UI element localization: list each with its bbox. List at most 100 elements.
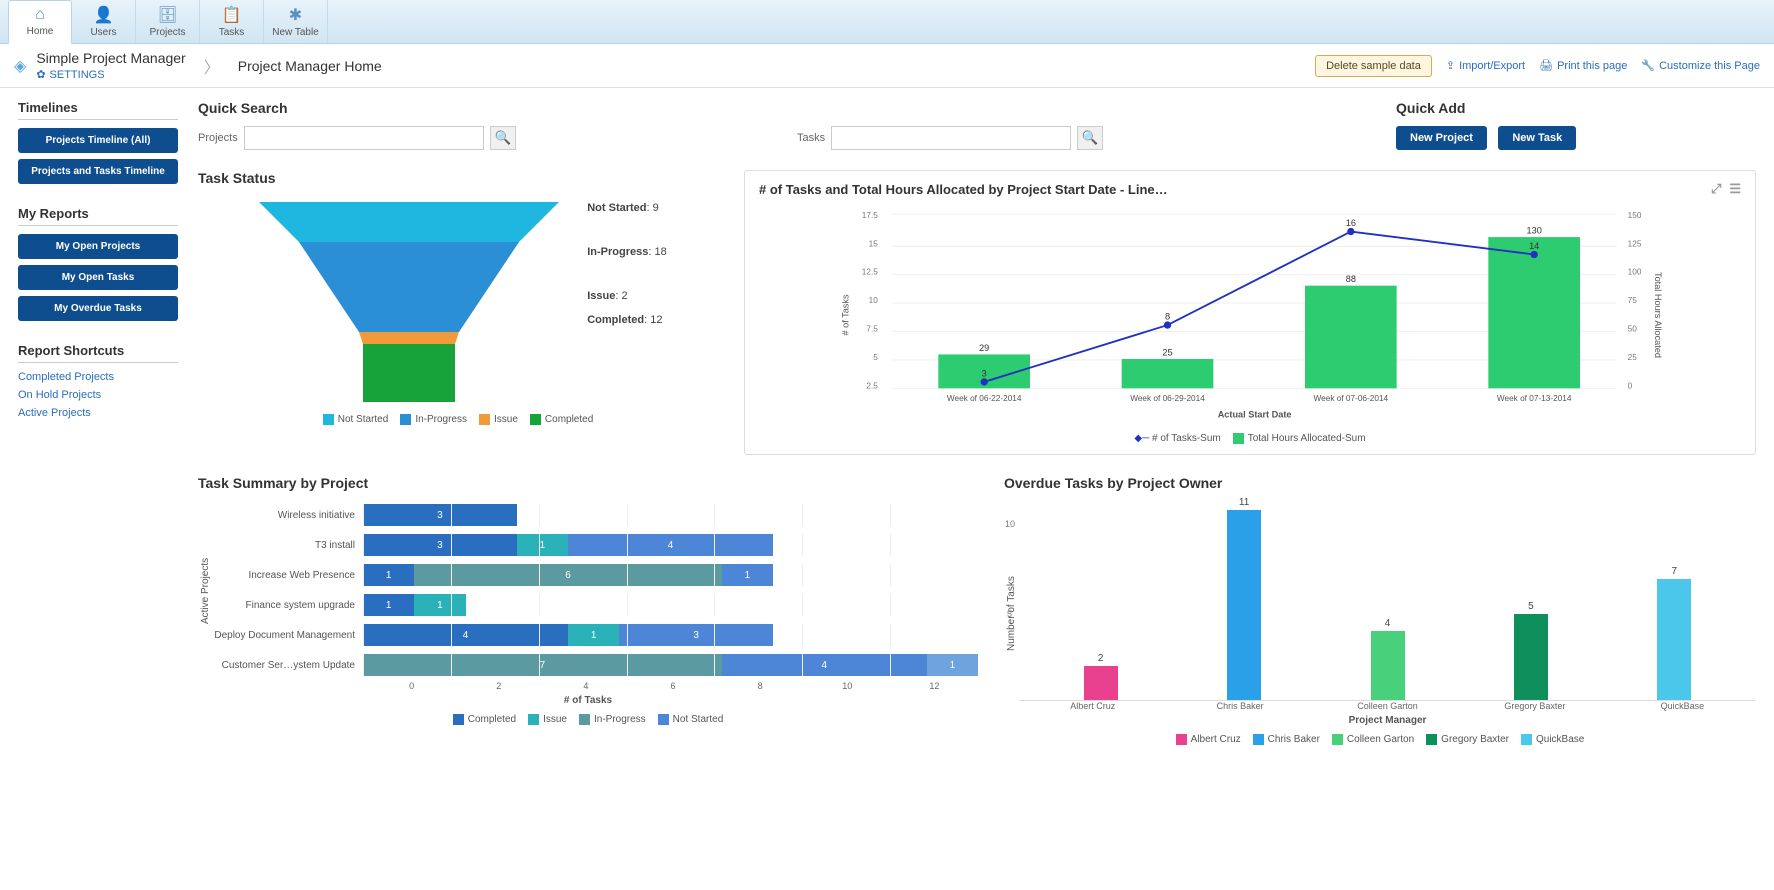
nav-users[interactable]: 👤Users	[72, 0, 136, 44]
app-cube-icon: ◈	[14, 56, 26, 76]
svg-text:3: 3	[982, 368, 987, 378]
funnel-label-completed: Completed: 12	[587, 314, 667, 326]
svg-text:15: 15	[869, 239, 879, 248]
svg-text:130: 130	[1527, 225, 1542, 235]
new-project-button[interactable]: New Project	[1396, 126, 1487, 150]
combo-legend: ◆─ # of Tasks-Sum Total Hours Allocated-…	[759, 433, 1741, 444]
svg-text:14: 14	[1529, 241, 1539, 251]
quick-search-heading: Quick Search	[198, 100, 771, 116]
timelines-heading: Timelines	[18, 100, 178, 120]
projects-timeline-all-button[interactable]: Projects Timeline (All)	[18, 128, 178, 153]
import-export-link[interactable]: ⇪Import/Export	[1446, 59, 1525, 72]
gear-icon: ✿	[36, 68, 45, 81]
summary-row: T3 install314	[213, 531, 978, 559]
bar-segment[interactable]: 7	[363, 654, 722, 676]
home-icon: ⌂	[35, 6, 45, 24]
svg-text:# of Tasks: # of Tasks	[841, 294, 851, 335]
menu-icon[interactable]: ☰	[1729, 181, 1741, 197]
bar-segment[interactable]: 3	[363, 504, 517, 526]
overdue-bar[interactable]	[1514, 614, 1548, 700]
projects-search-button[interactable]: 🔍	[490, 126, 516, 150]
overdue-chart: 211457	[1019, 501, 1756, 701]
svg-text:17.5: 17.5	[862, 211, 878, 220]
summary-row: Wireless initiative3	[213, 501, 978, 529]
new-table-icon: ✱	[289, 5, 302, 25]
combo-chart-card: # of Tasks and Total Hours Allocated by …	[744, 170, 1756, 455]
bar-segment[interactable]: 3	[363, 534, 517, 556]
nav-home[interactable]: ⌂Home	[8, 0, 72, 44]
svg-text:Actual Start Date: Actual Start Date	[1218, 410, 1292, 420]
task-status-heading: Task Status	[198, 170, 718, 186]
breadcrumb-separator: 〉	[204, 54, 220, 78]
bar-segment[interactable]: 4	[363, 624, 568, 646]
summary-row: Increase Web Presence161	[213, 561, 978, 589]
nav-projects[interactable]: 🗄Projects	[136, 0, 200, 44]
summary-y-title: Active Projects	[198, 501, 213, 681]
delete-sample-data-button[interactable]: Delete sample data	[1315, 55, 1432, 77]
bar-segment[interactable]: 4	[722, 654, 927, 676]
svg-text:100: 100	[1628, 268, 1642, 277]
overdue-bar[interactable]	[1227, 510, 1261, 700]
summary-row: Deploy Document Management413	[213, 621, 978, 649]
bar-segment[interactable]: 1	[363, 594, 414, 616]
svg-text:5: 5	[873, 353, 878, 362]
projects-tasks-timeline-button[interactable]: Projects and Tasks Timeline	[18, 159, 178, 184]
print-icon: 🖨	[1539, 59, 1553, 72]
svg-text:10: 10	[869, 296, 879, 305]
my-overdue-tasks-button[interactable]: My Overdue Tasks	[18, 296, 178, 321]
funnel-svg	[249, 202, 569, 402]
page-title: Project Manager Home	[238, 58, 382, 74]
tasks-icon: 📋	[222, 5, 242, 25]
projects-search-input[interactable]	[244, 126, 484, 150]
bar-segment[interactable]: 1	[363, 564, 414, 586]
svg-text:12.5: 12.5	[862, 268, 878, 277]
bar-segment[interactable]: 6	[414, 564, 722, 586]
overdue-bar[interactable]	[1371, 631, 1405, 700]
tasks-search-input[interactable]	[831, 126, 1071, 150]
svg-text:8: 8	[1165, 312, 1170, 322]
svg-text:Week of 07-13-2014: Week of 07-13-2014	[1497, 394, 1572, 403]
new-task-button[interactable]: New Task	[1498, 126, 1576, 150]
summary-row: Customer Ser…ystem Update741	[213, 651, 978, 679]
customize-page-link[interactable]: 🔧Customize this Page	[1641, 59, 1760, 72]
svg-text:Week of 06-22-2014: Week of 06-22-2014	[947, 394, 1022, 403]
svg-text:7.5: 7.5	[866, 325, 878, 334]
settings-link[interactable]: ✿SETTINGS	[36, 68, 185, 81]
report-shortcuts-heading: Report Shortcuts	[18, 343, 178, 363]
my-open-projects-button[interactable]: My Open Projects	[18, 234, 178, 259]
bar-segment[interactable]: 1	[722, 564, 773, 586]
funnel-label-in-progress: In-Progress: 18	[587, 246, 667, 258]
tasks-search-button[interactable]: 🔍	[1077, 126, 1103, 150]
svg-text:16: 16	[1346, 218, 1356, 228]
nav-new-table[interactable]: ✱New Table	[264, 0, 328, 44]
projects-search-label: Projects	[198, 132, 238, 144]
bar-segment[interactable]: 1	[414, 594, 465, 616]
my-open-tasks-button[interactable]: My Open Tasks	[18, 265, 178, 290]
svg-text:75: 75	[1628, 296, 1638, 305]
funnel-label-not-started: Not Started: 9	[587, 202, 667, 214]
bar-segment[interactable]: 1	[927, 654, 978, 676]
expand-icon[interactable]: ⤢	[1711, 181, 1721, 197]
overdue-bar[interactable]	[1657, 579, 1691, 700]
on-hold-projects-link[interactable]: On Hold Projects	[18, 389, 178, 401]
svg-text:150: 150	[1628, 211, 1642, 220]
left-sidebar: Timelines Projects Timeline (All) Projec…	[18, 100, 178, 765]
completed-projects-link[interactable]: Completed Projects	[18, 371, 178, 383]
search-icon: 🔍	[494, 130, 511, 145]
wrench-icon: 🔧	[1641, 59, 1655, 72]
bar-segment[interactable]: 1	[517, 534, 568, 556]
app-name[interactable]: Simple Project Manager	[36, 50, 185, 66]
svg-text:88: 88	[1346, 274, 1356, 284]
svg-text:2.5: 2.5	[866, 381, 878, 390]
import-icon: ⇪	[1446, 59, 1455, 72]
users-icon: 👤	[94, 5, 114, 25]
active-projects-link[interactable]: Active Projects	[18, 407, 178, 419]
svg-text:Total Hours Allocated: Total Hours Allocated	[1653, 272, 1663, 358]
print-page-link[interactable]: 🖨Print this page	[1539, 59, 1627, 72]
bar-segment[interactable]: 3	[619, 624, 773, 646]
svg-text:Week of 07-06-2014: Week of 07-06-2014	[1314, 394, 1389, 403]
bar-segment[interactable]: 4	[568, 534, 773, 556]
nav-tasks[interactable]: 📋Tasks	[200, 0, 264, 44]
bar-segment[interactable]: 1	[568, 624, 619, 646]
overdue-bar[interactable]	[1084, 666, 1118, 701]
